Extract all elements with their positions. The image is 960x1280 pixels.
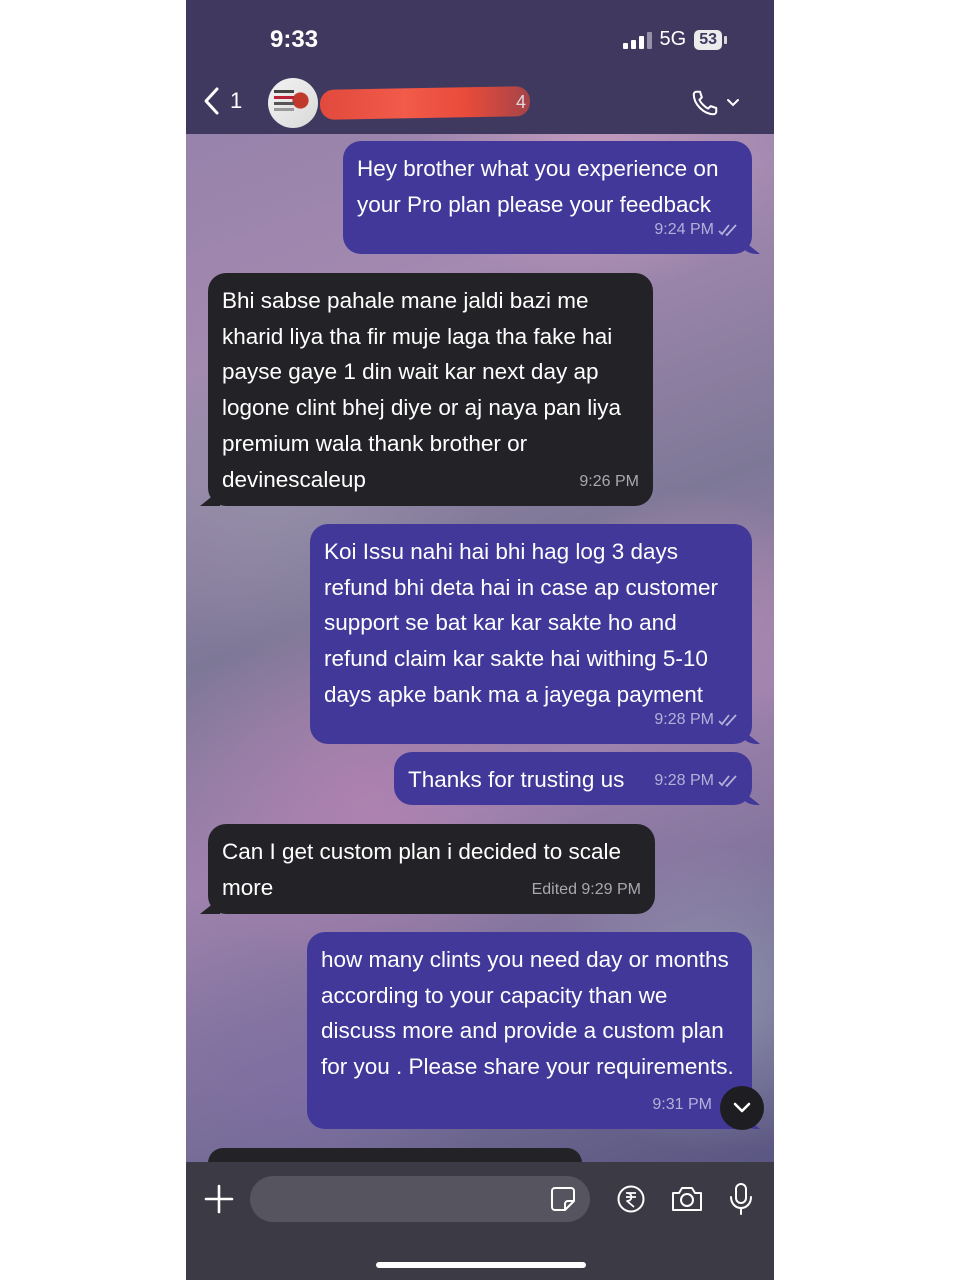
unread-count: 1 [230, 88, 243, 113]
voice-message-button[interactable] [728, 1182, 754, 1221]
chat-header: 9:33 5G 53 1 4 [186, 0, 774, 134]
back-button[interactable]: 1 [202, 86, 242, 116]
message-input[interactable] [250, 1176, 590, 1222]
call-button[interactable] [690, 88, 740, 118]
message-meta: Edited 9:29 PM [532, 872, 641, 908]
double-check-icon [718, 775, 737, 788]
attach-button[interactable] [204, 1184, 234, 1219]
message-meta: 9:28 PM [654, 763, 738, 799]
scroll-to-bottom-button[interactable] [720, 1086, 764, 1130]
contact-name[interactable]: 4 [516, 92, 526, 113]
chevron-down-icon [727, 99, 739, 107]
message-time: 9:31 PM [652, 1096, 712, 1114]
message-bubble-outgoing[interactable]: Thanks for trusting us 9:28 PM [394, 752, 752, 805]
signal-icon [622, 31, 652, 49]
message-bubble-outgoing[interactable]: Hey brother what you experience on your … [343, 141, 752, 254]
payment-button[interactable] [616, 1184, 646, 1219]
battery-icon: 53 [694, 29, 727, 50]
camera-icon [672, 1187, 702, 1211]
plus-icon [204, 1184, 234, 1214]
double-check-icon [718, 224, 737, 237]
composer-bar [186, 1162, 774, 1280]
chevron-down-icon [733, 1102, 751, 1113]
message-bubble-incoming[interactable]: Bhi sabse pahale mane jaldi bazi me khar… [208, 273, 653, 506]
message-bubble-outgoing[interactable]: how many clints you need day or months a… [307, 932, 752, 1129]
message-text: Koi Issu nahi hai bhi hag log 3 days ref… [324, 539, 718, 707]
message-bubble-incoming[interactable]: Can I get custom plan i decided to scale… [208, 824, 655, 914]
message-text: how many clints you need day or months a… [321, 947, 734, 1080]
network-type: 5G [659, 28, 687, 50]
sticker-icon [551, 1187, 575, 1211]
message-text: Bhi sabse pahale mane jaldi bazi me khar… [222, 288, 622, 492]
message-time: 9:26 PM [579, 473, 639, 491]
sticker-button[interactable] [550, 1186, 576, 1217]
mic-icon [730, 1183, 752, 1215]
message-meta: 9:31 PM [652, 1087, 712, 1123]
camera-button[interactable] [670, 1184, 704, 1219]
double-check-icon [718, 714, 737, 727]
message-time: Edited 9:29 PM [531, 881, 641, 899]
message-time: 9:24 PM [654, 221, 714, 239]
redacted-contact-name [319, 86, 531, 120]
message-time: 9:28 PM [654, 711, 714, 729]
status-time: 9:33 [270, 26, 319, 53]
chevron-left-icon [204, 87, 219, 115]
message-meta: 9:26 PM [579, 464, 639, 500]
message-meta: 9:28 PM [654, 702, 738, 738]
home-indicator [376, 1262, 586, 1268]
message-bubble-outgoing[interactable]: Koi Issu nahi hai bhi hag log 3 days ref… [310, 524, 752, 744]
status-indicators: 5G 53 [622, 28, 727, 51]
phone-icon [692, 90, 718, 116]
message-meta: 9:24 PM [654, 212, 738, 248]
rupee-icon [617, 1185, 645, 1213]
chat-screen: 9:33 5G 53 1 4 Hey brother what you expe… [186, 0, 774, 1280]
avatar[interactable] [268, 78, 318, 128]
message-time: 9:28 PM [654, 772, 714, 790]
